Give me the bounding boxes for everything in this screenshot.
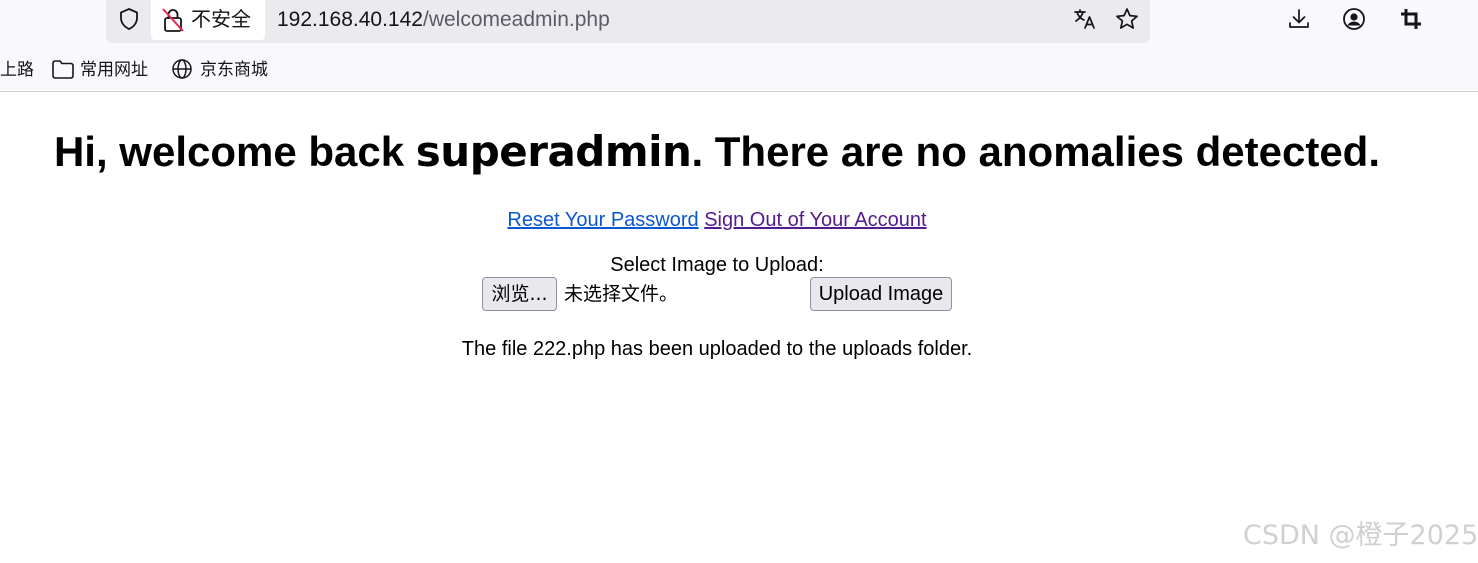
browse-file-button[interactable]: 浏览... — [482, 277, 557, 311]
watermark: CSDN @橙子2025 — [1243, 520, 1478, 551]
sign-out-link[interactable]: Sign Out of Your Account — [704, 209, 926, 231]
account-icon[interactable] — [1341, 6, 1367, 32]
bookmarks-bar: 上路 常用网址 京东商城 — [0, 44, 1478, 92]
upload-status-message: The file 222.php has been uploaded to th… — [461, 338, 973, 360]
shield-icon[interactable] — [117, 7, 141, 31]
upload-image-button[interactable]: Upload Image — [810, 277, 952, 311]
url-text[interactable]: 192.168.40.142/welcomeadmin.php — [277, 7, 610, 33]
insecure-lock-icon[interactable] — [161, 7, 185, 33]
page-content: Hi, welcome back superadmin. There are n… — [0, 92, 1478, 563]
heading-prefix: Hi, welcome back — [53, 128, 416, 175]
username: superadmin — [415, 127, 692, 176]
url-host: 192.168.40.142 — [277, 8, 423, 31]
welcome-heading: Hi, welcome back superadmin. There are n… — [0, 126, 1434, 178]
star-icon[interactable] — [1114, 6, 1140, 32]
heading-suffix: . There are no anomalies detected. — [691, 128, 1381, 175]
url-path: /welcomeadmin.php — [422, 8, 610, 31]
crop-icon[interactable] — [1398, 6, 1424, 32]
no-file-selected-text: 未选择文件。 — [564, 283, 679, 305]
reset-password-link[interactable]: Reset Your Password — [507, 209, 698, 231]
translate-icon[interactable] — [1072, 6, 1098, 32]
browser-toolbar: 不安全 192.168.40.142/welcomeadmin.php — [0, 0, 1478, 44]
bookmark-item-jd[interactable]: 京东商城 — [200, 59, 268, 81]
upload-label: Select Image to Upload: — [610, 254, 824, 276]
download-icon[interactable] — [1286, 6, 1312, 32]
bookmark-item-partial[interactable]: 上路 — [0, 59, 34, 81]
bookmark-item-common-sites[interactable]: 常用网址 — [80, 59, 148, 81]
folder-icon — [52, 60, 74, 79]
account-links: Reset Your Password Sign Out of Your Acc… — [0, 207, 1434, 233]
globe-icon — [172, 59, 192, 79]
security-label[interactable]: 不安全 — [191, 7, 251, 31]
